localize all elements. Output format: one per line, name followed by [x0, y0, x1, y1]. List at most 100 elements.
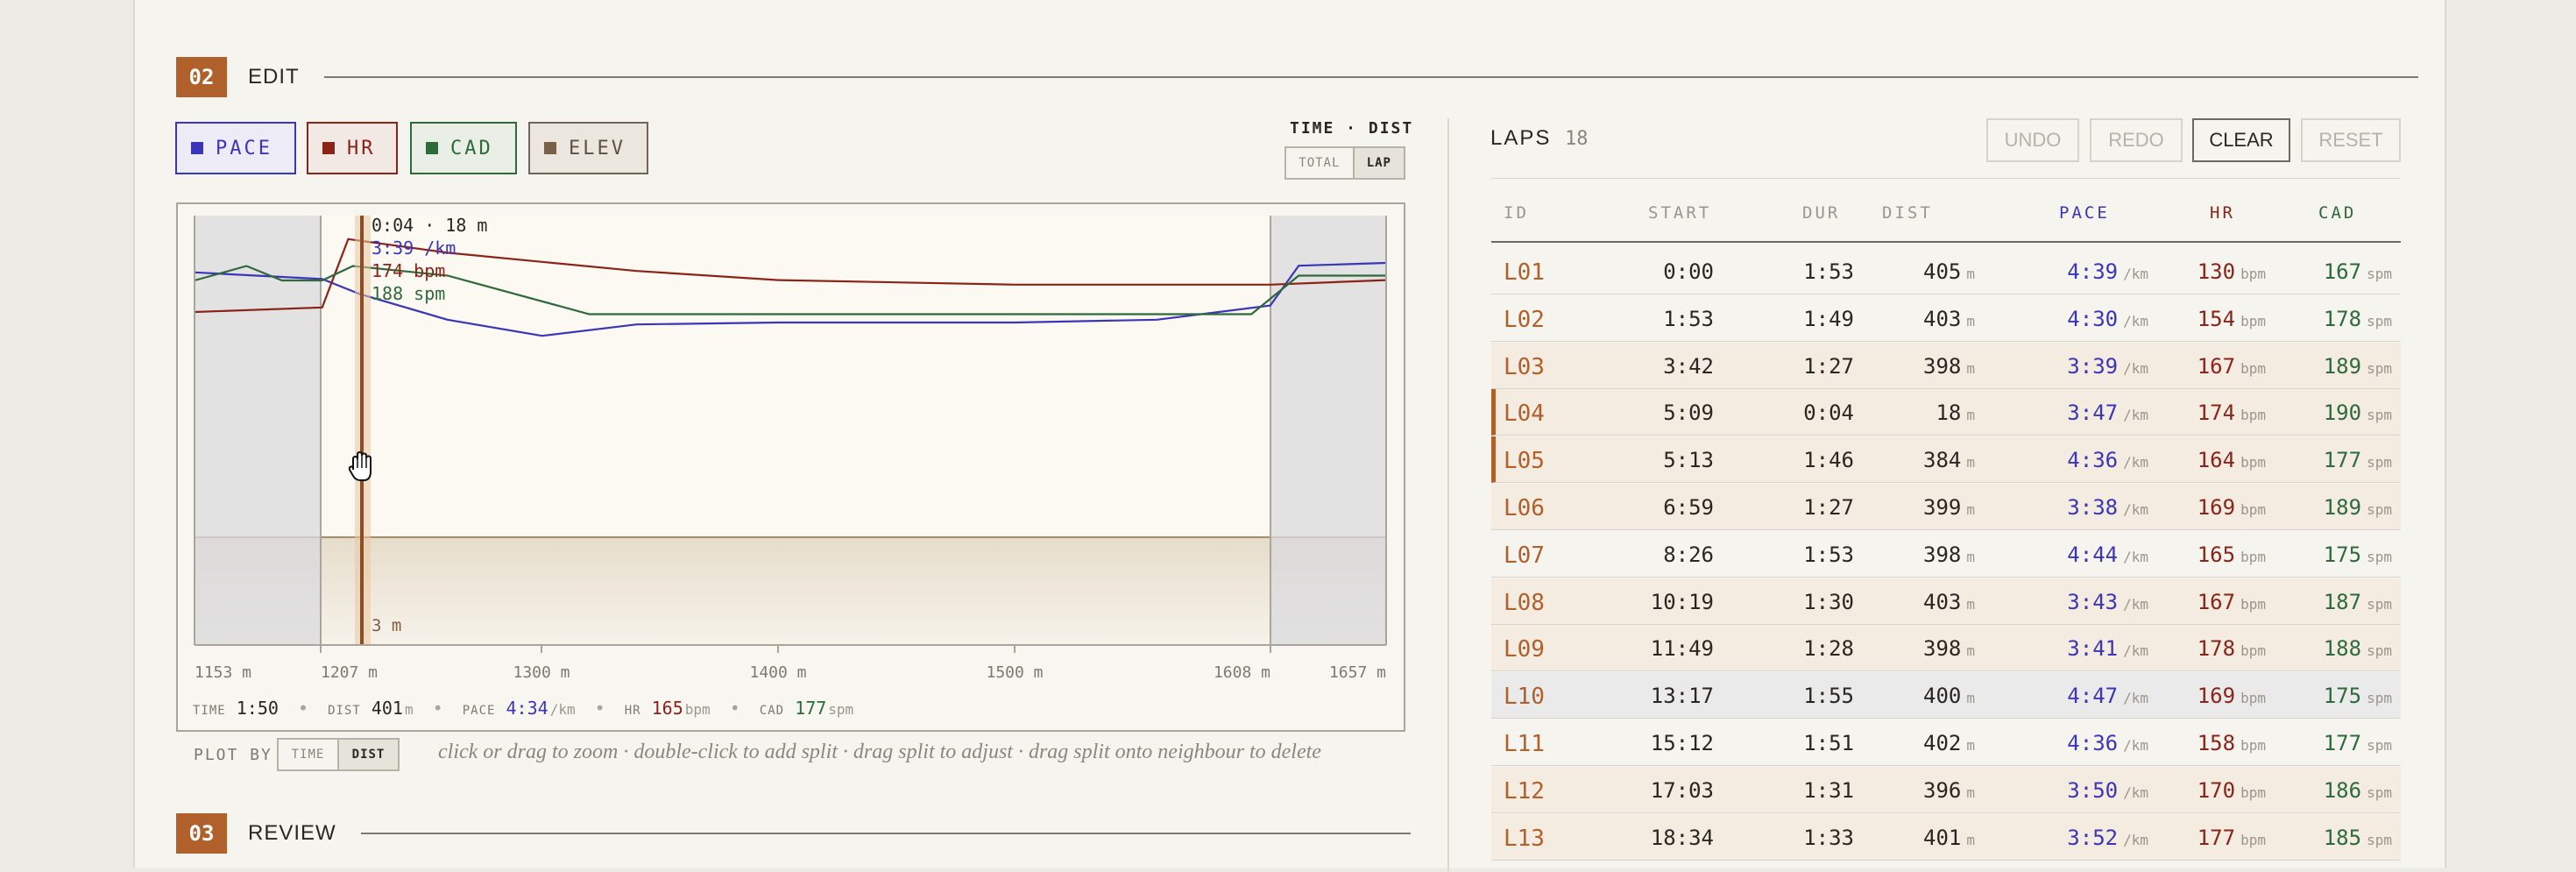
lap-duration: 1:27	[1803, 353, 1854, 379]
clear-button[interactable]: CLEAR	[2192, 118, 2290, 162]
lap-start: 17:03	[1650, 777, 1714, 803]
unit-label: bpm	[2240, 407, 2266, 424]
lap-hr: 164	[2197, 448, 2236, 473]
stat-sep: •	[729, 698, 740, 719]
unit-label: bpm	[2240, 690, 2266, 707]
lap-row[interactable]: L08 10:19 1:30 403 m 3:43/km 167 bpm 187 spm	[1491, 578, 2401, 625]
lap-row[interactable]: L05 5:13 1:46 384 m 4:36/km 164 bpm 177 spm	[1491, 436, 2401, 484]
lap-cad: 177	[2323, 448, 2362, 473]
lap-duration: 0:04	[1803, 401, 1854, 426]
x-tick-label: 1153 m	[195, 663, 251, 682]
lap-row[interactable]: L13 18:34 1:33 401 m 3:52/km 177 bpm 185 spm	[1491, 813, 2401, 861]
reset-button[interactable]: RESET	[2301, 118, 2401, 162]
unit-label: bpm	[2240, 548, 2266, 565]
tooltip-hr: 174 bpm	[372, 260, 445, 281]
unit-label: spm	[2367, 595, 2392, 613]
lap-pace: 3:43	[2067, 589, 2119, 614]
lap-row[interactable]: L03 3:42 1:27 398 m 3:39/km 167 bpm 189 spm	[1491, 342, 2401, 389]
lap-distance: 405	[1923, 259, 1962, 284]
plot-by-time[interactable]: TIME	[279, 740, 337, 769]
stat-pace-unit: /km	[549, 701, 576, 718]
unit-label: /km	[2123, 266, 2148, 282]
lap-row[interactable]: L09 11:49 1:28 398 m 3:41/km 178 bpm 188 spm	[1491, 625, 2401, 672]
unit-label: spm	[2367, 831, 2392, 848]
lap-id: L06	[1504, 495, 1545, 521]
lap-pace: 4:44	[2067, 542, 2119, 567]
lap-row[interactable]: L02 1:53 1:49 403 m 4:30/km 154 bpm 178 spm	[1491, 294, 2401, 342]
col-header-pace: PACE	[2059, 203, 2110, 223]
chart-hint: click or drag to zoom · double-click to …	[438, 741, 1321, 763]
lap-hr: 169	[2197, 495, 2236, 520]
lap-hr: 154	[2197, 306, 2236, 331]
stat-time-label: TIME	[193, 704, 226, 718]
unit-label: m	[1966, 359, 1975, 377]
laps-count: 18	[1565, 128, 1589, 150]
redo-button[interactable]: REDO	[2090, 118, 2183, 162]
lap-distance: 399	[1923, 495, 1962, 520]
lap-start: 6:59	[1663, 495, 1714, 520]
unit-label: /km	[2123, 595, 2148, 613]
unit-label: /km	[2123, 312, 2148, 330]
lap-pace: 3:52	[2067, 825, 2119, 850]
lap-duration: 1:53	[1803, 542, 1854, 567]
section-number: 03	[176, 813, 227, 854]
unit-label: /km	[2123, 690, 2148, 707]
lap-row[interactable]: L01 0:00 1:53 405 m 4:39/km 130 bpm 167 spm	[1491, 248, 2401, 294]
unit-label: spm	[2367, 454, 2392, 471]
lap-cad: 175	[2323, 542, 2362, 567]
section-title: REVIEW	[248, 821, 336, 845]
lap-row[interactable]: L10 13:17 1:55 400 m 4:47/km 169 bpm 175 spm	[1491, 672, 2401, 720]
unit-label: m	[1966, 407, 1975, 424]
lap-distance: 18	[1936, 401, 1962, 426]
lap-cad: 177	[2323, 731, 2362, 755]
unit-label: bpm	[2240, 642, 2266, 660]
lap-row[interactable]: L04 5:09 0:04 18 m 3:47/km 174 bpm 190 spm	[1491, 389, 2401, 436]
unit-label: m	[1966, 690, 1975, 707]
unit-label: spm	[2367, 312, 2392, 330]
lap-duration: 1:28	[1803, 636, 1854, 662]
unit-label: m	[1966, 312, 1975, 330]
lap-start: 1:53	[1663, 306, 1714, 331]
unit-label: m	[1966, 501, 1975, 518]
lap-start: 15:12	[1650, 731, 1714, 755]
section-review-header: 03 REVIEW	[176, 813, 1411, 854]
lap-hr: 174	[2197, 401, 2236, 426]
unit-label: /km	[2123, 548, 2148, 565]
unit-label: /km	[2123, 454, 2148, 471]
lap-row[interactable]: L06 6:59 1:27 399 m 3:38/km 169 bpm 189 spm	[1491, 484, 2401, 530]
lap-id: L05	[1504, 448, 1545, 475]
lap-pace: 4:47	[2067, 684, 2119, 709]
unit-label: bpm	[2240, 454, 2266, 471]
lap-cad: 189	[2323, 495, 2362, 520]
lap-start: 10:19	[1650, 589, 1714, 614]
tooltip-cad: 188 spm	[372, 283, 445, 304]
lap-start: 11:49	[1650, 636, 1714, 662]
lap-distance: 398	[1923, 353, 1962, 379]
unit-label: spm	[2367, 407, 2392, 424]
col-header-id: ID	[1504, 203, 1529, 223]
lap-cad: 185	[2323, 825, 2362, 850]
lap-id: L01	[1504, 259, 1545, 286]
lap-row[interactable]: L12 17:03 1:31 396 m 3:50/km 170 bpm 186 spm	[1491, 766, 2401, 813]
undo-button[interactable]: UNDO	[1986, 118, 2079, 162]
lap-pace: 3:39	[2067, 353, 2119, 379]
lap-duration: 1:53	[1803, 259, 1854, 284]
stat-hr-unit: bpm	[684, 701, 711, 718]
plot-by-dist[interactable]: DIST	[337, 740, 398, 769]
unit-label: spm	[2367, 359, 2392, 377]
lap-row[interactable]: L07 8:26 1:53 398 m 4:44/km 165 bpm 175 spm	[1491, 530, 2401, 578]
unit-label: spm	[2367, 642, 2392, 660]
lap-start: 5:09	[1663, 401, 1714, 426]
lap-hr: 178	[2197, 636, 2236, 662]
lap-duration: 1:55	[1803, 684, 1854, 709]
lap-pace: 3:38	[2067, 495, 2119, 520]
lap-distance: 401	[1923, 825, 1962, 850]
unit-label: bpm	[2240, 831, 2266, 848]
lap-id: L07	[1504, 542, 1545, 569]
lap-id: L04	[1504, 401, 1545, 428]
col-header-hr: HR	[2210, 203, 2235, 223]
lap-row[interactable]: L11 15:12 1:51 402 m 4:36/km 158 bpm 177 spm	[1491, 720, 2401, 766]
lap-pace: 4:36	[2067, 731, 2119, 755]
lap-cad: 186	[2323, 777, 2362, 803]
unit-label: spm	[2367, 266, 2392, 282]
